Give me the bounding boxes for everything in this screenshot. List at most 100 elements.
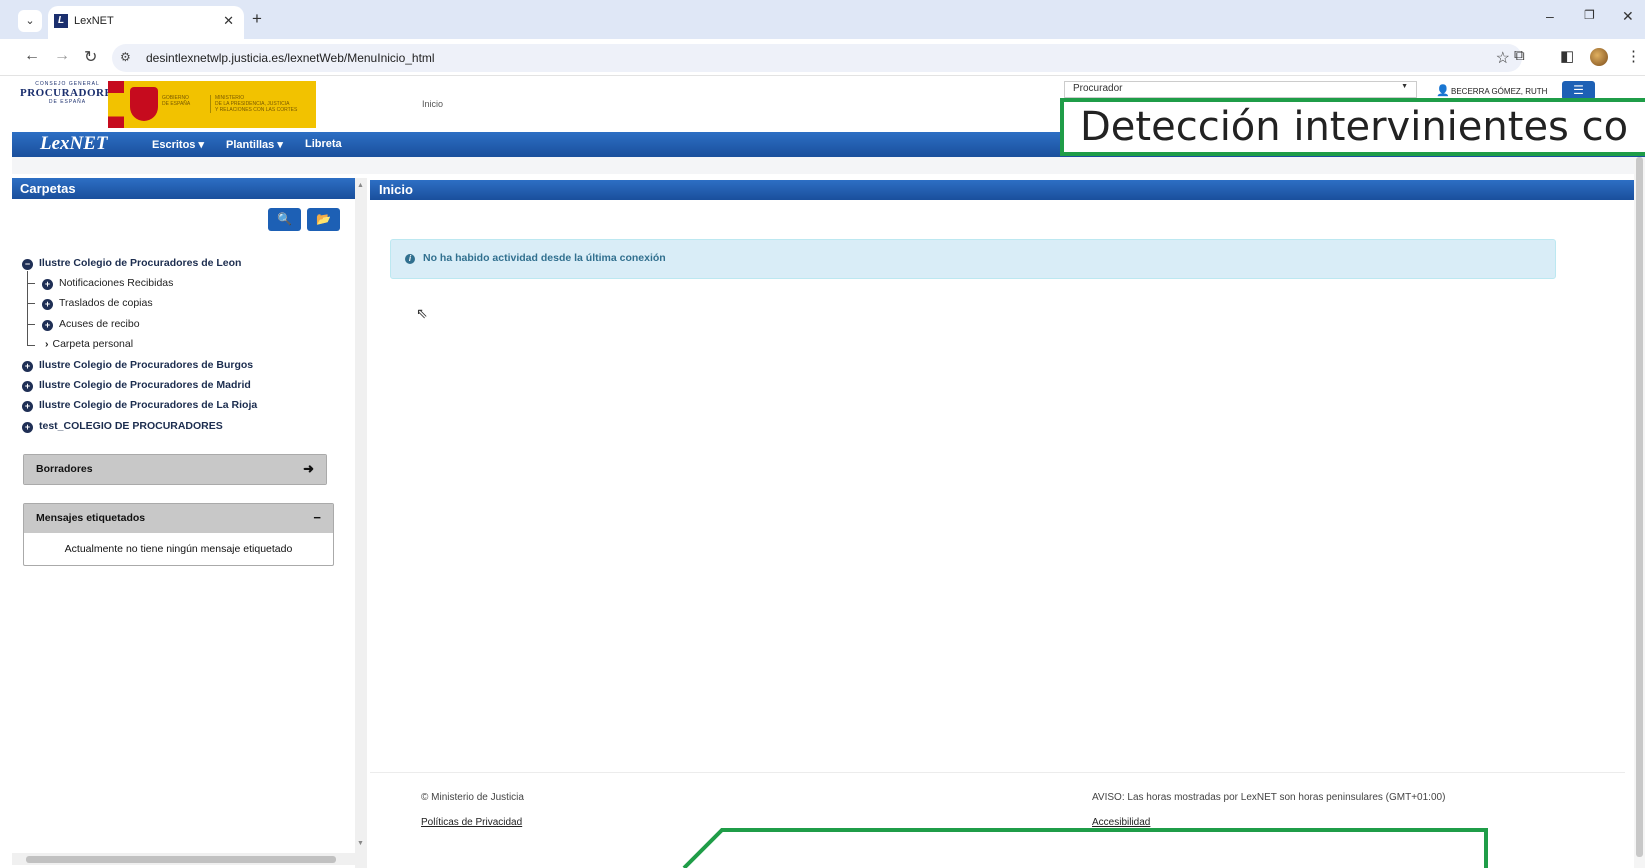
tree-item-label: Ilustre Colegio de Procuradores de La Ri…: [39, 399, 258, 411]
url-text[interactable]: desintlexnetwlp.justicia.es/lexnetWeb/Me…: [146, 51, 435, 65]
lexnet-brand[interactable]: LexNET: [40, 133, 108, 155]
expand-icon[interactable]: +: [22, 422, 33, 433]
activity-alert: i No ha habido actividad desde la última …: [390, 239, 1556, 279]
footer-divider: [370, 772, 1625, 773]
tree-item-notificaciones[interactable]: + Notificaciones Recibidas: [42, 277, 173, 290]
cgp-logo: CONSEJO GENERAL PROCURADORES DE ESPAÑA: [20, 81, 119, 121]
bookmark-star-icon[interactable]: ☆: [1496, 48, 1510, 68]
lexnet-favicon-icon: L: [54, 14, 68, 28]
expand-icon[interactable]: +: [22, 381, 33, 392]
tree-item-label: Ilustre Colegio de Procuradores de Leon: [39, 257, 242, 269]
tree-item-label: Carpeta personal: [52, 338, 134, 350]
address-bar[interactable]: ⚙ desintlexnetwlp.justicia.es/lexnetWeb/…: [112, 44, 1522, 72]
gob-line2: DE ESPAÑA: [162, 101, 191, 107]
etiquetados-empty: Actualmente no tiene ningún mensaje etiq…: [64, 543, 293, 555]
browser-tab-bar: ⌄ L LexNET ✕ + – ❐ ✕: [0, 0, 1645, 39]
main-panel-title: Inicio: [370, 180, 1635, 200]
user-name[interactable]: BECERRA GÓMEZ, RUTH: [1451, 87, 1547, 96]
side-panel-icon[interactable]: ◧: [1560, 47, 1574, 65]
tree-item-test-colegio[interactable]: + test_COLEGIO DE PROCURADORES: [22, 420, 223, 433]
hscroll-thumb[interactable]: [26, 856, 336, 863]
tree-item-madrid[interactable]: + Ilustre Colegio de Procuradores de Madr…: [22, 379, 251, 392]
nav-plantillas[interactable]: Plantillas ▾: [226, 138, 283, 151]
forward-icon[interactable]: →: [54, 47, 70, 65]
tree-item-label: Acuses de recibo: [59, 318, 140, 330]
tree-item-label: Notificaciones Recibidas: [59, 277, 174, 289]
browser-toolbar: ← → ↻ ⚙ desintlexnetwlp.justicia.es/lexn…: [0, 39, 1645, 76]
gobierno-text: GOBIERNO DE ESPAÑA: [162, 95, 190, 107]
footer-copyright: © Ministerio de Justicia: [421, 792, 524, 803]
cgp-logo-bottom: DE ESPAÑA: [48, 99, 87, 105]
page-scroll-thumb[interactable]: [1636, 157, 1643, 857]
tab-search-chevron-icon[interactable]: ⌄: [18, 10, 42, 32]
browser-menu-icon[interactable]: ⋮: [1626, 47, 1641, 65]
tree-item-acuses[interactable]: + Acuses de recibo: [42, 318, 140, 331]
collapse-minus-icon[interactable]: −: [313, 510, 321, 525]
borradores-box[interactable]: Borradores ➜: [23, 454, 327, 485]
tree-item-traslados[interactable]: + Traslados de copias: [42, 297, 153, 310]
nav-escritos[interactable]: Escritos ▾: [152, 138, 204, 151]
role-select-value: Procurador: [1073, 83, 1123, 94]
tree-item-label: Ilustre Colegio de Procuradores de Burgo…: [39, 359, 254, 371]
expand-icon[interactable]: +: [42, 279, 53, 290]
etiquetados-title: Mensajes etiquetados: [36, 512, 146, 524]
tree-item-carpeta-personal[interactable]: › Carpeta personal: [45, 338, 133, 350]
activity-alert-text: No ha habido actividad desde la última c…: [423, 252, 666, 264]
arrow-right-icon[interactable]: ➜: [303, 461, 314, 477]
tree-connector: [27, 283, 35, 284]
tree-item-la-rioja[interactable]: + Ilustre Colegio de Procuradores de La R…: [22, 399, 257, 412]
restore-icon[interactable]: ❐: [1584, 8, 1595, 22]
expand-icon[interactable]: +: [42, 320, 53, 331]
sub-bar: [12, 157, 1645, 174]
coat-of-arms-icon: [130, 87, 158, 121]
expand-icon[interactable]: +: [42, 299, 53, 310]
open-folder-button[interactable]: 📂: [307, 208, 340, 231]
site-info-icon[interactable]: ⚙: [120, 50, 131, 64]
mouse-cursor-icon: ⇖: [416, 305, 428, 321]
new-tab-icon[interactable]: +: [252, 9, 262, 29]
page-scrollbar[interactable]: [1634, 157, 1645, 868]
left-panel-hscrollbar[interactable]: [12, 853, 355, 865]
etiquetados-header[interactable]: Mensajes etiquetados −: [24, 504, 333, 533]
etiquetados-box: Mensajes etiquetados − Actualmente no ti…: [23, 503, 334, 566]
search-folders-button[interactable]: 🔍: [268, 208, 301, 231]
back-icon[interactable]: ←: [24, 47, 40, 65]
tree-connector: [27, 345, 35, 346]
tab-title: LexNET: [74, 15, 114, 27]
spain-flag-icon: [108, 81, 124, 128]
callout-bubble-outline: [682, 828, 1488, 868]
ministerio-text: MINISTERIO DE LA PRESIDENCIA, JUSTICIA Y…: [210, 95, 297, 113]
tree-item-label: test_COLEGIO DE PROCURADORES: [39, 420, 223, 432]
chevron-down-icon: ▼: [1401, 83, 1408, 90]
expand-icon[interactable]: +: [22, 361, 33, 372]
browser-tab[interactable]: L LexNET ✕: [48, 6, 244, 39]
tree-item-burgos[interactable]: + Ilustre Colegio de Procuradores de Burg…: [22, 359, 253, 372]
tree-connector: [27, 303, 35, 304]
close-window-icon[interactable]: ✕: [1622, 8, 1634, 25]
nav-libreta[interactable]: Libreta: [305, 138, 342, 150]
scroll-down-icon[interactable]: ▼: [357, 840, 364, 847]
scroll-up-icon[interactable]: ▲: [357, 182, 364, 189]
footer-notice: AVISO: Las horas mostradas por LexNET so…: [1092, 792, 1446, 803]
expand-icon[interactable]: +: [22, 401, 33, 412]
collapse-icon[interactable]: −: [22, 259, 33, 270]
tree-item-label: Ilustre Colegio de Procuradores de Madri…: [39, 379, 251, 391]
extensions-icon[interactable]: ⧉: [1514, 47, 1525, 64]
ministerio-line3: Y RELACIONES CON LAS CORTES: [215, 107, 298, 113]
overlay-caption: Detección intervinientes co: [1080, 104, 1629, 150]
info-icon: i: [405, 254, 415, 264]
tree-item-leon[interactable]: − Ilustre Colegio de Procuradores de Leon: [22, 257, 241, 270]
borradores-title: Borradores: [36, 463, 93, 475]
profile-avatar[interactable]: [1590, 48, 1608, 66]
chevron-right-icon: ›: [45, 338, 49, 350]
cgp-logo-main: PROCURADORES: [20, 87, 119, 99]
borradores-header[interactable]: Borradores ➜: [24, 455, 326, 484]
close-tab-icon[interactable]: ✕: [223, 13, 234, 29]
minimize-icon[interactable]: –: [1546, 8, 1554, 24]
gobierno-logo: GOBIERNO DE ESPAÑA MINISTERIO DE LA PRES…: [108, 81, 316, 128]
left-panel-scrollbar[interactable]: ▲ ▼: [355, 178, 367, 868]
reload-icon[interactable]: ↻: [84, 47, 97, 67]
privacy-link[interactable]: Políticas de Privacidad: [421, 817, 522, 828]
role-select[interactable]: Procurador ▼: [1064, 81, 1417, 98]
tree-connector: [27, 324, 35, 325]
